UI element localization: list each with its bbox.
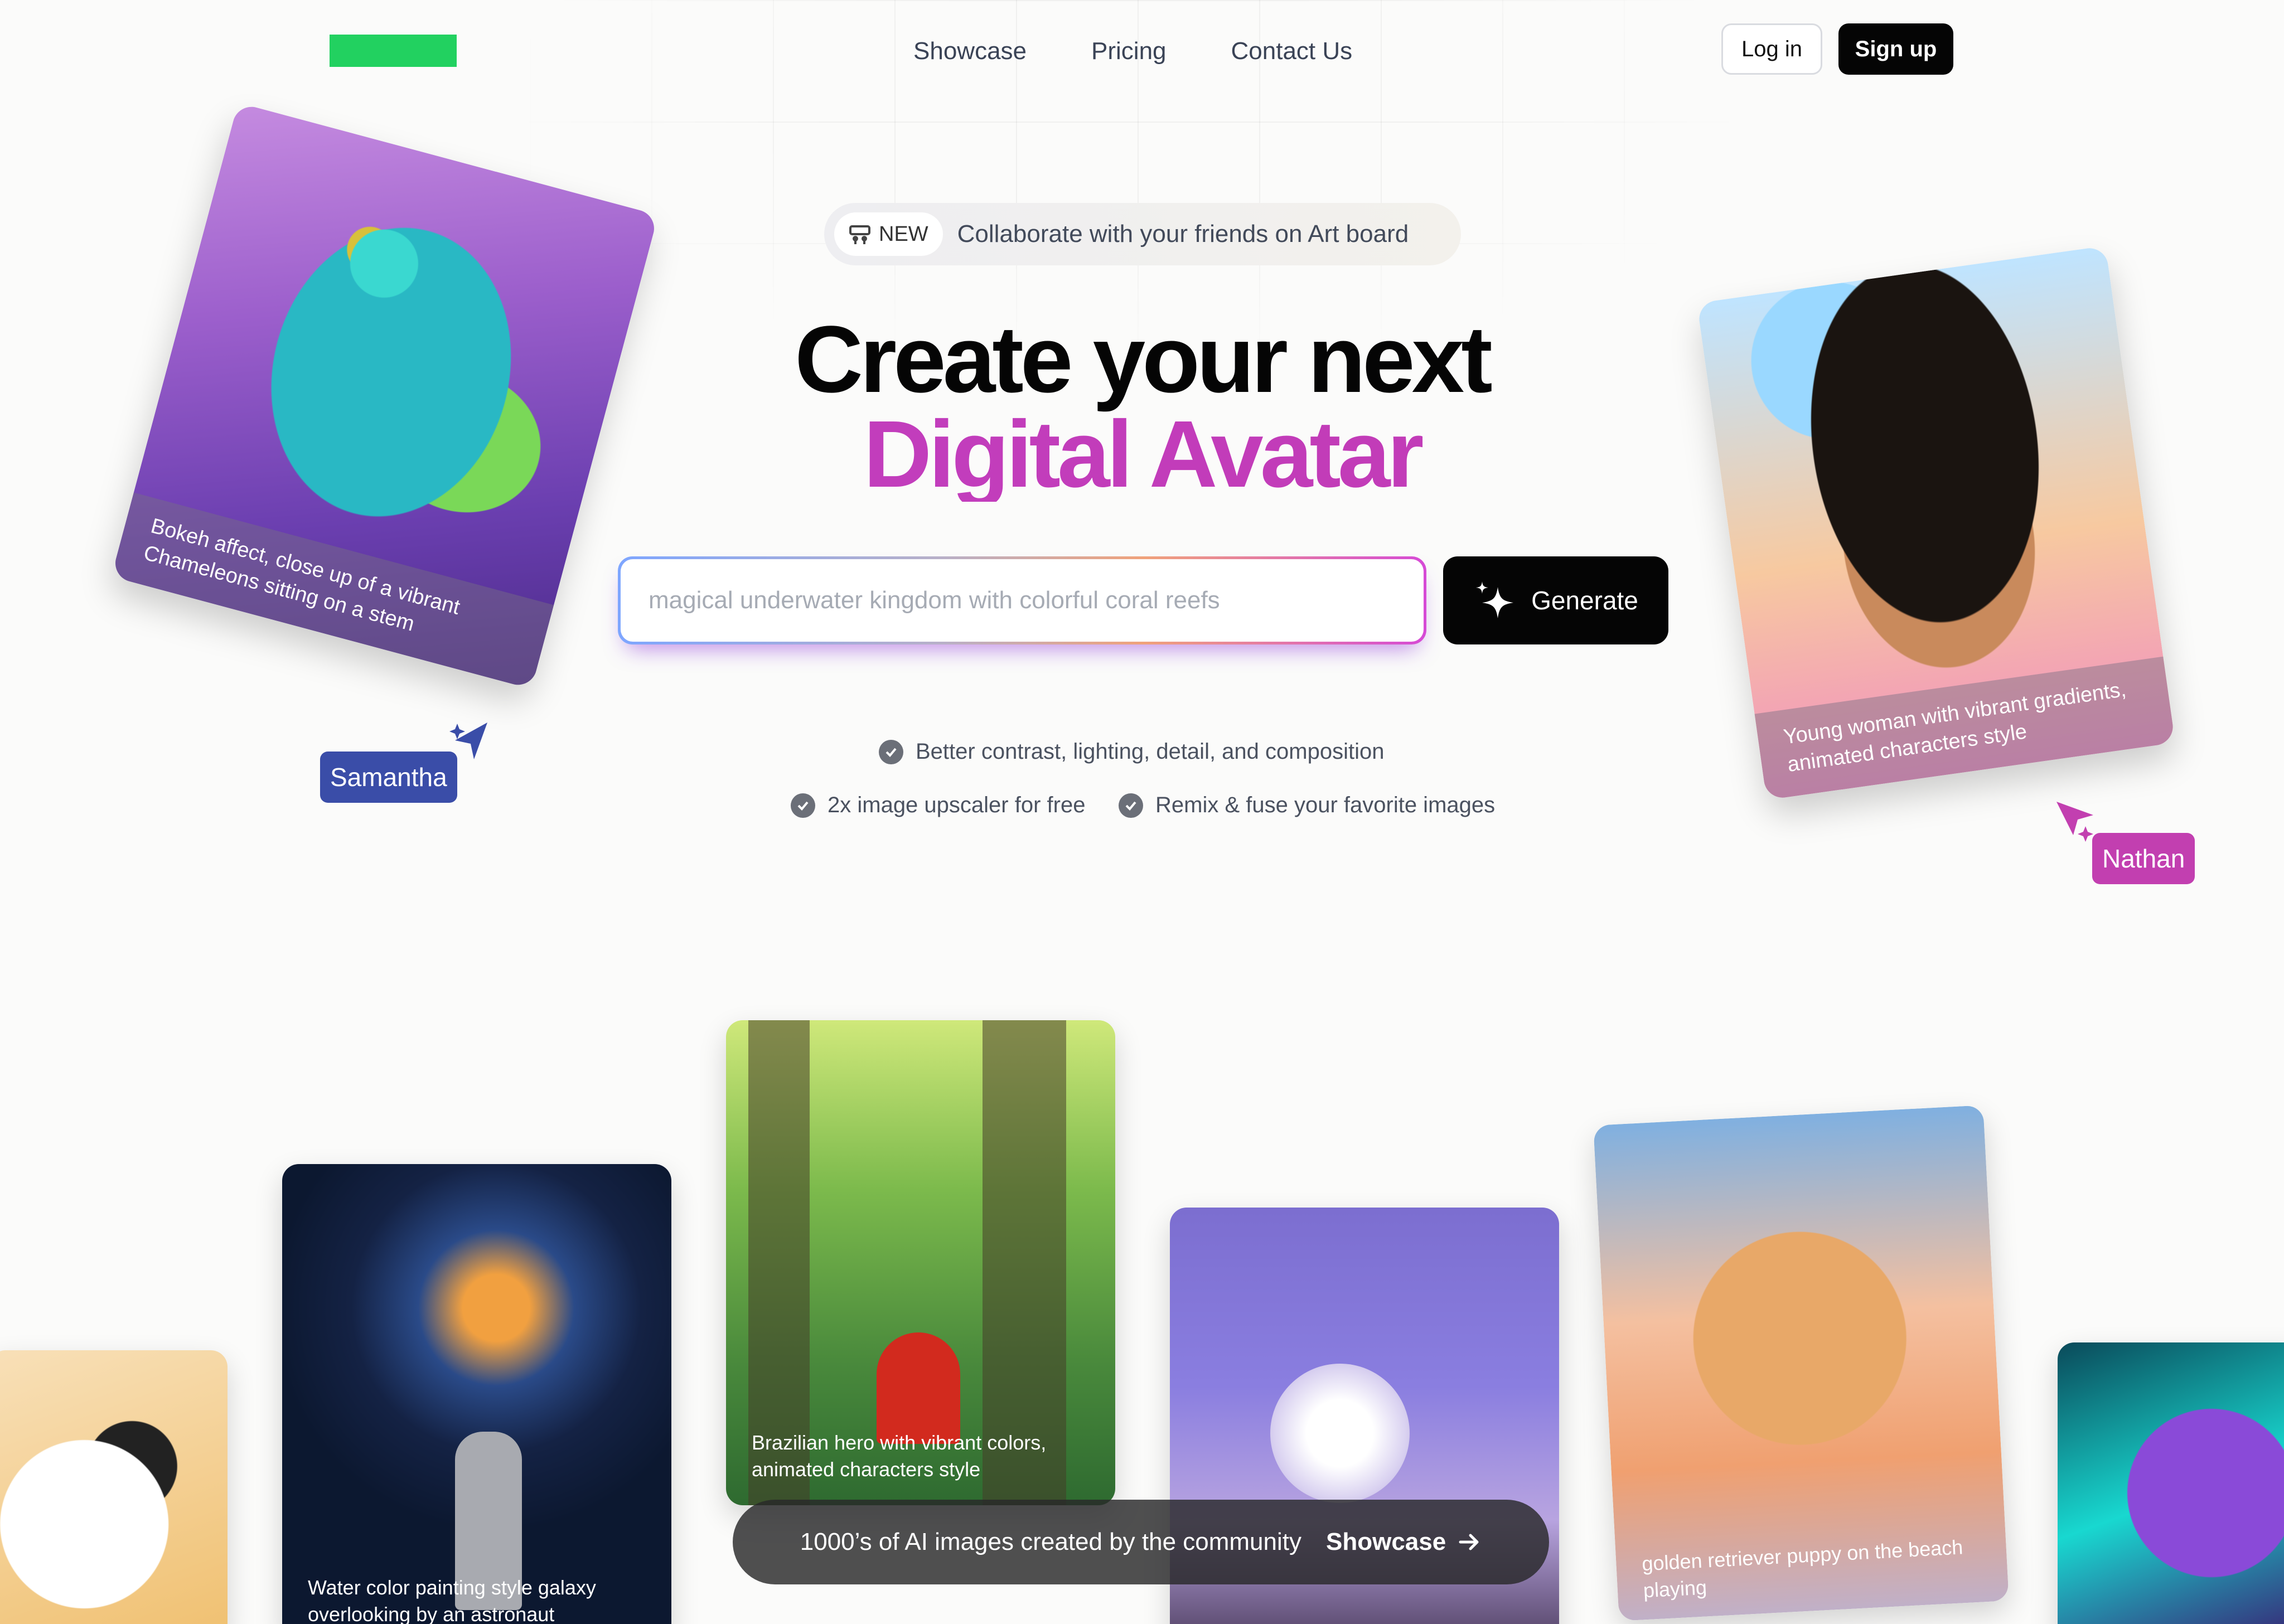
check-icon — [791, 793, 815, 818]
board-icon — [849, 225, 870, 244]
feature-text: Remix & fuse your favorite images — [1155, 793, 1496, 817]
prompt-field-wrapper — [618, 556, 1426, 644]
feature-text: 2x image upscaler for free — [828, 793, 1086, 817]
user-tag-samantha: Samantha — [320, 752, 457, 803]
gallery-caption: Brazilian hero with vibrant colors, anim… — [752, 1431, 1047, 1481]
logo[interactable] — [330, 35, 457, 67]
hero-title-line1: Create your next — [795, 307, 1493, 413]
new-badge-label: NEW — [879, 222, 928, 246]
flower-vase — [1270, 1364, 1410, 1503]
check-icon — [879, 739, 903, 764]
feature-text: Better contrast, lighting, detail, and c… — [916, 739, 1385, 764]
gallery-card-galaxy[interactable]: Water color painting style galaxy overlo… — [282, 1164, 671, 1624]
card-caption: Bokeh affect, close up of a vibrant Cham… — [111, 492, 554, 689]
community-bar: 1000’s of AI images created by the commu… — [733, 1500, 1549, 1584]
prompt-input[interactable] — [621, 559, 1424, 642]
gallery-card-puppy[interactable]: golden retriever puppy on the beach play… — [1593, 1105, 2009, 1621]
new-badge: NEW — [834, 212, 943, 256]
gallery-card-wolf[interactable] — [2058, 1342, 2284, 1624]
announcement-pill[interactable]: NEW Collaborate with your friends on Art… — [824, 203, 1461, 265]
gallery-caption: golden retriever puppy on the beach play… — [1641, 1535, 1964, 1602]
nav-showcase[interactable]: Showcase — [913, 35, 1027, 68]
hero-title-line2: Digital Avatar — [0, 407, 2284, 502]
showcase-link[interactable]: Showcase — [1326, 1528, 1482, 1556]
signup-button[interactable]: Sign up — [1838, 23, 1953, 75]
red-hood-figure — [877, 1332, 960, 1444]
generate-label: Generate — [1531, 586, 1638, 615]
gallery-caption: Water color painting style galaxy overlo… — [308, 1576, 596, 1624]
showcase-link-label: Showcase — [1326, 1528, 1446, 1555]
feature-item: Better contrast, lighting, detail, and c… — [879, 739, 1384, 764]
login-button[interactable]: Log in — [1721, 23, 1822, 75]
check-icon — [1119, 793, 1143, 818]
arrow-right-icon — [1459, 1534, 1479, 1550]
main-nav: Showcase Pricing Contact Us — [913, 35, 1352, 68]
nav-pricing[interactable]: Pricing — [1091, 35, 1167, 68]
cursor-icon — [2056, 802, 2093, 842]
announcement-text: Collaborate with your friends on Art boa… — [957, 220, 1409, 248]
community-text: 1000’s of AI images created by the commu… — [800, 1528, 1301, 1555]
feature-item: 2x image upscaler for free — [791, 793, 1085, 818]
feature-item: Remix & fuse your favorite images — [1119, 793, 1495, 818]
gallery-card-forest[interactable]: Brazilian hero with vibrant colors, anim… — [726, 1020, 1115, 1505]
card-caption: Young woman with vibrant gradients, anim… — [1754, 656, 2176, 801]
nav-contact[interactable]: Contact Us — [1231, 35, 1353, 68]
sparkle-icon — [1476, 581, 1514, 618]
user-tag-nathan: Nathan — [2092, 833, 2195, 884]
generate-button[interactable]: Generate — [1443, 556, 1668, 644]
gallery-card-panda[interactable] — [0, 1350, 228, 1624]
